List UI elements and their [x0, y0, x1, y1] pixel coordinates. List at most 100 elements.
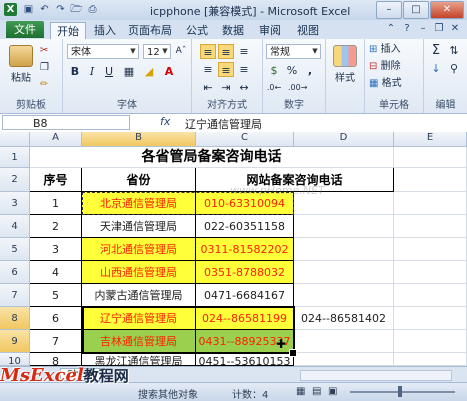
tab-review[interactable]: 审阅	[259, 22, 281, 39]
redo-icon[interactable]: ↷	[54, 3, 67, 16]
page-break-view-icon[interactable]: ▣	[328, 386, 337, 397]
tab-view[interactable]: 视图	[297, 22, 319, 39]
fill-handle[interactable]	[289, 349, 297, 357]
cell-e1[interactable]	[394, 147, 467, 168]
formula-input[interactable]: 辽宁通信管理局	[185, 116, 262, 132]
cell-e7[interactable]	[394, 284, 467, 307]
align-right-icon[interactable]: ≡	[236, 62, 252, 77]
row-header-2[interactable]: 2	[0, 168, 30, 192]
cell-phone[interactable]: 0451--53610153	[196, 353, 294, 366]
cell-no[interactable]: 1	[30, 192, 82, 215]
find-icon[interactable]: ⚲	[446, 61, 462, 76]
help-icon[interactable]: ?	[401, 23, 413, 34]
header-cell-province[interactable]: 省份	[82, 168, 196, 192]
minimize-ribbon-icon[interactable]: ⌃	[385, 23, 397, 34]
tab-page-layout[interactable]: 页面布局	[128, 22, 172, 39]
border-icon[interactable]: ▦	[121, 64, 137, 79]
minimize-button[interactable]: –	[376, 1, 402, 19]
insert-cells-button[interactable]: ⊞ 插入	[369, 43, 401, 57]
close-button[interactable]: ✕	[430, 1, 464, 19]
excel-app-icon[interactable]: X	[4, 3, 17, 16]
cell-no[interactable]: 7	[30, 330, 82, 353]
cell-extra[interactable]: 024--86581402	[294, 307, 394, 330]
font-name-select[interactable]: 宋体 ▼	[67, 44, 139, 59]
row-header-7[interactable]: 7	[0, 284, 30, 307]
cell-phone[interactable]: 024--86581199	[196, 307, 294, 330]
cell-extra[interactable]	[294, 284, 394, 307]
format-cells-button[interactable]: ▦ 格式	[369, 77, 402, 91]
tab-file[interactable]: 文件	[6, 21, 44, 38]
cell-no[interactable]: 5	[30, 284, 82, 307]
cell-province[interactable]: 内蒙古通信管理局	[82, 284, 196, 307]
decrease-indent-icon[interactable]: ⇤	[200, 80, 216, 95]
tab-insert[interactable]: 插入	[94, 22, 116, 39]
row-header-6[interactable]: 6	[0, 261, 30, 284]
column-header-e[interactable]: E	[394, 132, 467, 147]
fill-color-icon[interactable]: ◢	[141, 64, 157, 79]
doc-minimize-icon[interactable]: –	[417, 23, 429, 34]
column-header-a[interactable]: A	[30, 132, 82, 147]
align-center-icon[interactable]: ≡	[218, 62, 234, 77]
autosum-button[interactable]: Σ	[428, 43, 444, 58]
select-all-corner[interactable]	[0, 132, 30, 147]
cell-extra[interactable]	[294, 215, 394, 238]
column-header-d[interactable]: D	[294, 132, 394, 147]
cell-phone[interactable]: 0351-8788032	[196, 261, 294, 284]
cell-phone[interactable]: 0311-81582202	[196, 238, 294, 261]
copy-icon[interactable]: ❐	[40, 61, 49, 75]
cell-phone[interactable]: 0471-6684167	[196, 284, 294, 307]
maximize-button[interactable]: □	[403, 1, 429, 19]
normal-view-icon[interactable]: ▦	[296, 386, 305, 397]
cell-no[interactable]: 6	[30, 307, 82, 330]
cell-province[interactable]: 山西通信管理局	[82, 261, 196, 284]
zoom-slider-thumb[interactable]	[398, 386, 402, 397]
cell-e9[interactable]	[394, 330, 467, 353]
doc-close-icon[interactable]: ✕	[449, 23, 461, 34]
undo-icon[interactable]: ↶	[38, 3, 51, 16]
sort-filter-icon[interactable]: ⇅	[446, 43, 462, 58]
cell-province[interactable]: 吉林通信管理局	[82, 330, 196, 353]
header-cell-no[interactable]: 序号	[30, 168, 82, 192]
row-header-5[interactable]: 5	[0, 238, 30, 261]
styles-button[interactable]: 样式	[330, 45, 360, 84]
function-icon[interactable]: fx	[160, 115, 170, 128]
format-painter-icon[interactable]: ✏	[40, 78, 48, 92]
cell-extra[interactable]	[294, 330, 394, 353]
comma-button[interactable]: ,	[302, 63, 318, 78]
cell-no[interactable]: 3	[30, 238, 82, 261]
cell-e5[interactable]	[394, 238, 467, 261]
cell-e10[interactable]	[394, 353, 467, 366]
cell-no[interactable]: 4	[30, 261, 82, 284]
cell-extra[interactable]	[294, 238, 394, 261]
row-header-8[interactable]: 8	[0, 307, 30, 330]
cell-extra[interactable]	[294, 353, 394, 366]
zoom-slider[interactable]	[350, 391, 455, 393]
top-align-icon[interactable]: ≡	[200, 44, 216, 59]
print-icon[interactable]: ⎙	[86, 3, 99, 16]
cell-e4[interactable]	[394, 215, 467, 238]
font-color-icon[interactable]: A	[161, 64, 177, 79]
cell-phone[interactable]: 022-60351158	[196, 215, 294, 238]
number-format-select[interactable]: 常规 ▼	[266, 44, 321, 59]
cell-e6[interactable]	[394, 261, 467, 284]
bold-button[interactable]: B	[67, 64, 83, 79]
decrease-decimal-icon[interactable]: .00→	[288, 80, 307, 95]
column-header-c[interactable]: C	[196, 132, 294, 147]
sheet-title-cell[interactable]: 各省管局备案咨询电话	[30, 147, 394, 168]
column-header-b[interactable]: B	[82, 132, 196, 147]
delete-cells-button[interactable]: ⊟ 删除	[369, 60, 401, 74]
paste-button[interactable]: 粘贴	[6, 45, 36, 84]
row-header-1[interactable]: 1	[0, 147, 30, 168]
doc-restore-icon[interactable]: ❐	[433, 23, 445, 34]
tab-home[interactable]: 开始	[50, 22, 86, 40]
cell-province[interactable]: 北京通信管理局	[82, 192, 196, 215]
name-box[interactable]: B8	[2, 115, 130, 130]
middle-align-icon[interactable]: ≡	[218, 44, 234, 59]
save-icon[interactable]: ▣	[22, 3, 35, 16]
cut-icon[interactable]: ✂	[40, 44, 48, 58]
cell-e2[interactable]	[394, 168, 467, 192]
align-left-icon[interactable]: ≡	[200, 62, 216, 77]
tab-data[interactable]: 数据	[222, 22, 244, 39]
page-layout-view-icon[interactable]: ▤	[312, 386, 321, 397]
horizontal-scrollbar[interactable]	[300, 370, 452, 381]
